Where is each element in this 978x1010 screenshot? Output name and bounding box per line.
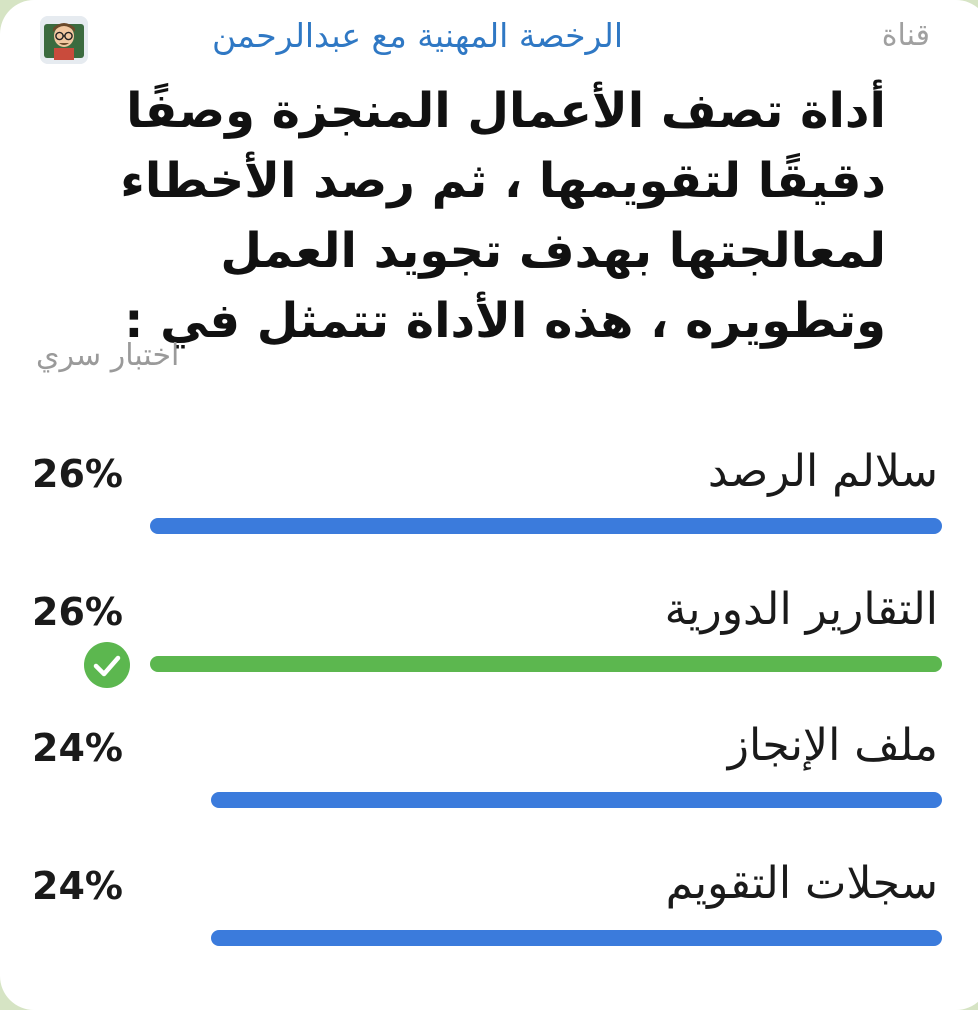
poll-option-percent: 24% bbox=[32, 864, 123, 908]
poll-option[interactable]: ملف الإنجاز 24% bbox=[0, 718, 978, 838]
poll-option-result-bar bbox=[150, 518, 942, 534]
poll-option-track bbox=[150, 656, 942, 672]
poll-message-bubble: قناة الرخصة المهنية مع عبدالرحمن أداة تص… bbox=[0, 0, 978, 1010]
poll-option-percent: 26% bbox=[32, 590, 123, 634]
poll-option-label: ملف الإنجاز bbox=[727, 720, 938, 771]
poll-option-track bbox=[150, 930, 942, 946]
poll-option-label: سجلات التقويم bbox=[665, 858, 938, 909]
poll-option-result-bar bbox=[211, 792, 942, 808]
poll-option-percent: 26% bbox=[32, 452, 123, 496]
message-header: قناة الرخصة المهنية مع عبدالرحمن bbox=[0, 10, 978, 64]
poll-option-track bbox=[150, 792, 942, 808]
poll-option-label: التقارير الدورية bbox=[664, 584, 938, 635]
quiz-type-label: اختبار سري bbox=[36, 338, 180, 373]
poll-option-result-bar bbox=[150, 656, 942, 672]
avatar-graphic bbox=[40, 16, 88, 64]
channel-tag: قناة bbox=[881, 18, 930, 53]
poll-option[interactable]: التقارير الدورية 26% bbox=[0, 582, 978, 702]
poll-option-track bbox=[150, 518, 942, 534]
poll-option-percent: 24% bbox=[32, 726, 123, 770]
poll-option[interactable]: سلالم الرصد 26% bbox=[0, 444, 978, 564]
poll-option[interactable]: سجلات التقويم 24% bbox=[0, 856, 978, 976]
channel-name[interactable]: الرخصة المهنية مع عبدالرحمن bbox=[212, 16, 623, 55]
poll-question: أداة تصف الأعمال المنجزة وصفًا دقيقًا لت… bbox=[120, 83, 886, 349]
checkmark-circle-icon bbox=[84, 642, 130, 688]
teacher-emoji-icon[interactable] bbox=[40, 16, 88, 64]
poll-option-label: سلالم الرصد bbox=[707, 446, 938, 497]
poll-option-result-bar bbox=[211, 930, 942, 946]
